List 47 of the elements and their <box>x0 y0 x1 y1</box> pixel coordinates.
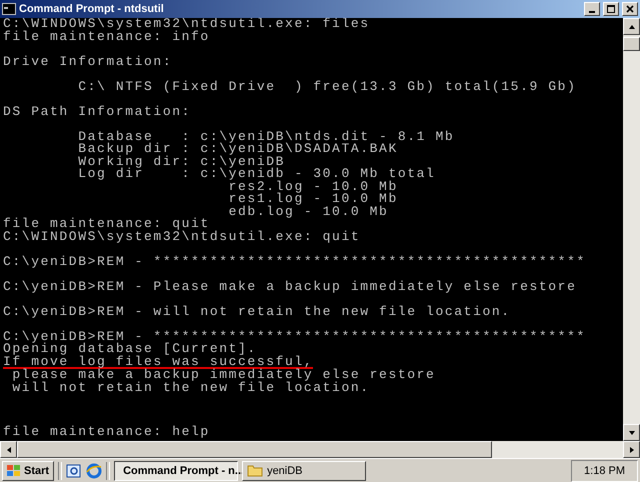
start-button[interactable]: Start <box>2 460 54 480</box>
console-line: Opening database [Current]. <box>3 343 257 356</box>
console-line: res2.log - 10.0 Mb <box>228 180 398 193</box>
console-line: will not retain the new file location. <box>11 382 370 394</box>
console-line: If move log files was successful, <box>3 356 314 369</box>
folder-icon <box>247 464 264 477</box>
console-icon <box>2 3 16 15</box>
scroll-right-button[interactable] <box>623 441 640 458</box>
arrow-icon <box>628 446 636 454</box>
console-line: C:\yeniDB>REM - ********************************************** <box>3 256 586 268</box>
maximize-icon <box>607 5 615 13</box>
console-line: file maintenance: info <box>3 30 210 43</box>
scroll-thumb[interactable] <box>17 441 492 458</box>
arrow-icon <box>628 22 636 30</box>
taskbar-button[interactable]: yeniDB <box>242 460 366 480</box>
console-line: C:\WINDOWS\system32\ntdsutil.exe: quit <box>3 230 360 243</box>
vertical-scrollbar[interactable] <box>623 18 640 441</box>
console-line: Log dir : c:\yenidb - 30.0 Mb total <box>77 168 436 180</box>
console-line: edb.log - 10.0 Mb <box>228 206 388 218</box>
minimize-button[interactable] <box>584 2 600 16</box>
scroll-up-button[interactable] <box>623 18 640 35</box>
arrow-icon <box>628 428 636 436</box>
show-desktop-icon[interactable] <box>66 462 82 478</box>
arrow-icon <box>4 446 12 454</box>
maximize-button[interactable] <box>603 2 619 16</box>
scroll-down-button[interactable] <box>623 424 640 441</box>
console-line: Working dir: c:\yeniDB <box>77 156 286 168</box>
console-line: C:\yeniDB>REM - will not retain the new file location. <box>3 306 511 318</box>
console-line: C:\ NTFS (Fixed Drive ) free(13.3 Gb) total(15.9 Gb) <box>77 80 576 93</box>
console-line: file maintenance: quit <box>3 218 210 230</box>
console-line: C:\yeniDB>REM - ********************************************** <box>3 330 586 343</box>
browser-icon[interactable] <box>86 462 102 478</box>
clock: 1:18 PM <box>571 460 638 482</box>
console-line: Drive Information: <box>3 56 172 68</box>
console-line: Backup dir : c:\yeniDB\DSADATA.BAK <box>77 143 398 156</box>
console-line: please make a backup immediately else restore <box>11 369 436 382</box>
windows-flag-icon <box>7 464 21 476</box>
console-line: res1.log - 10.0 Mb <box>228 193 398 206</box>
close-button[interactable] <box>622 2 638 16</box>
console-line: Database : c:\yeniDB\ntds.dit - 8.1 Mb <box>77 130 454 143</box>
scroll-thumb[interactable] <box>623 37 640 51</box>
window-title: Command Prompt - ntdsutil <box>19 3 165 15</box>
console-line: file maintenance: help <box>3 426 210 438</box>
console-line: DS Path Information: <box>3 106 192 118</box>
close-icon <box>626 5 634 13</box>
console-line: C:\yeniDB>REM - Please make a backup immediately else restore <box>3 280 576 293</box>
scroll-left-button[interactable] <box>0 441 17 458</box>
